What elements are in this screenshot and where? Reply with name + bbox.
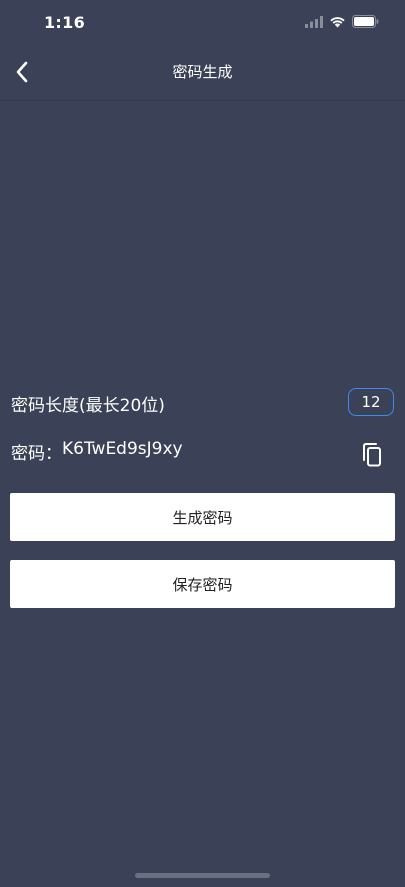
- length-label: 密码长度(最长20位): [11, 396, 165, 416]
- copy-icon: [363, 443, 381, 467]
- wifi-icon: [330, 16, 345, 27]
- home-indicator: [135, 873, 270, 878]
- save-password-button[interactable]: 保存密码: [10, 560, 395, 608]
- password-value: K6TwEd9sJ9xy: [62, 439, 183, 459]
- copy-button[interactable]: [358, 441, 386, 469]
- status-bar: 1:16: [0, 0, 405, 44]
- nav-bar: 密码生成: [0, 44, 405, 101]
- status-icons: [305, 15, 379, 28]
- status-time: 1:16: [44, 13, 85, 32]
- signal-icon: [305, 15, 323, 28]
- battery-icon: [352, 15, 379, 28]
- password-row: 密码： K6TwEd9sJ9xy: [11, 439, 183, 464]
- password-label: 密码：: [11, 444, 62, 464]
- page-title: 密码生成: [172, 63, 233, 81]
- generate-password-button[interactable]: 生成密码: [10, 493, 395, 541]
- length-input[interactable]: [348, 388, 394, 416]
